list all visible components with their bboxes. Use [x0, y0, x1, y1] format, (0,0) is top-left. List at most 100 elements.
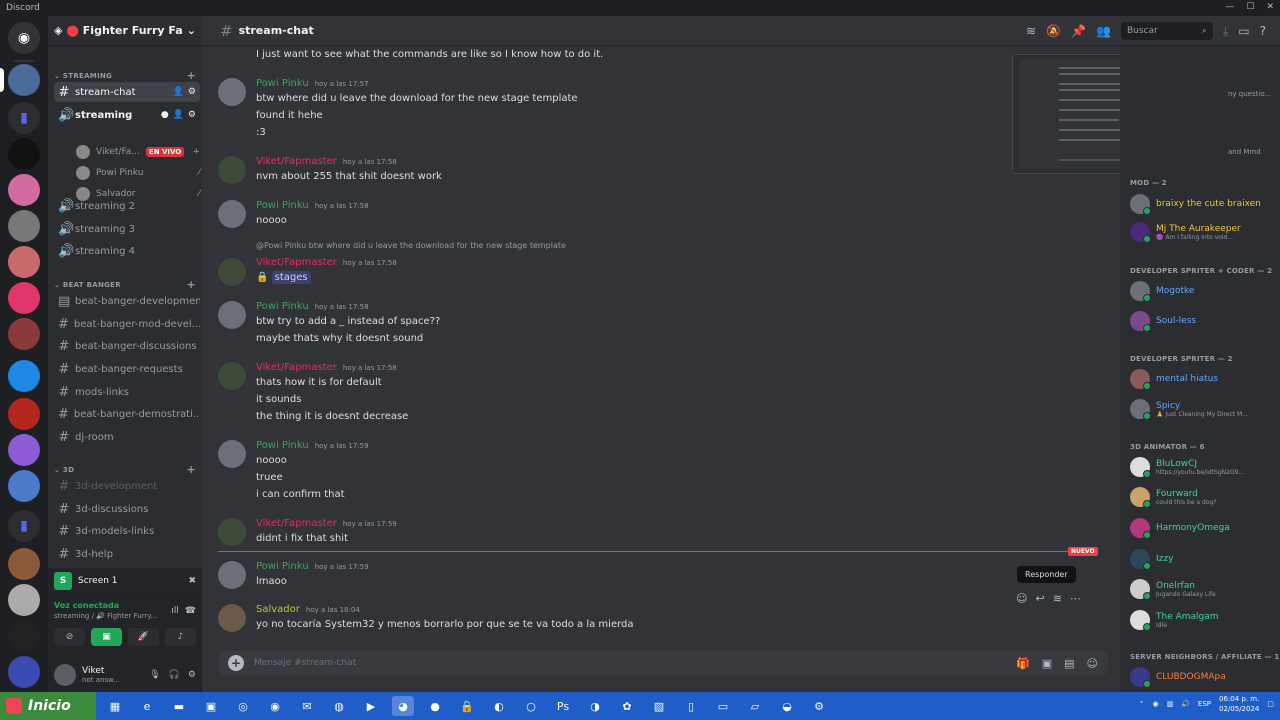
add-channel-icon[interactable]: +: [186, 278, 196, 291]
reply-icon[interactable]: ↩: [1035, 592, 1044, 605]
message-author[interactable]: Powi Pinku: [256, 440, 309, 451]
message-input[interactable]: [254, 658, 1007, 668]
server-icon[interactable]: [8, 434, 40, 466]
avatar[interactable]: [54, 664, 76, 686]
message-author[interactable]: Viket/Fapmaster: [256, 257, 337, 268]
settings-icon[interactable]: ⚙: [808, 696, 830, 716]
channel-3d-discussions[interactable]: # 3d-discussions: [54, 499, 200, 519]
avatar[interactable]: [218, 301, 246, 329]
network-icon[interactable]: ▥: [1167, 700, 1174, 708]
avatar[interactable]: [218, 156, 246, 184]
member-item[interactable]: Mogotke: [1130, 281, 1276, 302]
add-channel-icon[interactable]: +: [186, 69, 196, 82]
lock-icon[interactable]: 🔒: [456, 696, 478, 716]
start-button[interactable]: Inicio: [0, 692, 96, 720]
chevron-up-icon[interactable]: ⌃: [1139, 700, 1145, 708]
discord-home-icon[interactable]: ◉: [8, 22, 40, 54]
server-icon[interactable]: [8, 318, 40, 350]
app-icon[interactable]: ◎: [232, 696, 254, 716]
members-icon[interactable]: 👥: [1096, 24, 1111, 38]
app-icon[interactable]: ◒: [776, 696, 798, 716]
member-item[interactable]: Mj The Aurakeeper 🟣 Am I falling into voi…: [1130, 222, 1276, 243]
gear-icon[interactable]: ⚙: [188, 87, 196, 97]
message-author[interactable]: Powi Pinku: [256, 561, 309, 572]
server-icon[interactable]: [8, 656, 40, 688]
avatar[interactable]: [218, 518, 246, 546]
more-icon[interactable]: ⋯: [1070, 592, 1081, 605]
notifications-off-icon[interactable]: 🔕: [1046, 24, 1061, 38]
maximize-icon[interactable]: ☐: [1246, 2, 1254, 12]
channel-streaming-2[interactable]: 🔊 streaming 2: [54, 196, 200, 216]
emoji-icon[interactable]: ☺: [1016, 592, 1027, 605]
member-item[interactable]: Soul-less: [1130, 311, 1276, 332]
channel-beat-banger-demostration[interactable]: # beat-banger-demostrati...: [54, 404, 200, 424]
channel-mention[interactable]: stages: [271, 271, 311, 284]
message-author[interactable]: Viket/Fapmaster: [256, 362, 337, 373]
server-icon[interactable]: [8, 398, 40, 430]
app-icon[interactable]: ▧: [648, 696, 670, 716]
calendar-icon[interactable]: ▣: [200, 696, 222, 716]
server-icon[interactable]: [8, 360, 40, 392]
server-icon[interactable]: [8, 138, 40, 170]
app-icon[interactable]: ◑: [584, 696, 606, 716]
server-icon[interactable]: [8, 548, 40, 580]
avatar[interactable]: [218, 440, 246, 468]
disconnect-icon[interactable]: ☎: [185, 606, 196, 616]
channel-3d-development[interactable]: # 3d-development: [54, 476, 200, 496]
message-author[interactable]: Viket/Fapmaster: [256, 518, 337, 529]
soundboard-icon[interactable]: ♪: [165, 628, 196, 646]
sticker-icon[interactable]: ▤: [1064, 657, 1074, 670]
folder-icon[interactable]: ▮: [8, 102, 40, 134]
terminal-icon[interactable]: ▭: [712, 696, 734, 716]
avatar[interactable]: [218, 362, 246, 390]
emoji-icon[interactable]: ☺: [1087, 657, 1098, 670]
voice-location[interactable]: streaming / 🔊 Fighter Furry...: [54, 612, 157, 620]
message-author[interactable]: Salvador: [256, 604, 300, 615]
channel-mods-links[interactable]: # mods-links: [54, 382, 200, 402]
app-tray-icon[interactable]: ◉: [1152, 700, 1158, 708]
file-icon[interactable]: ▯: [680, 696, 702, 716]
signal-icon[interactable]: ıll: [171, 606, 179, 616]
server-header[interactable]: ◈ ⬤ Fighter Furry Fac... ⌄: [48, 16, 202, 46]
channel-beat-banger-mod[interactable]: # beat-banger-mod-devel...: [54, 314, 200, 334]
server-icon[interactable]: [8, 584, 40, 616]
voice-status[interactable]: Voz conectada: [54, 601, 157, 610]
server-icon[interactable]: [8, 620, 40, 652]
notepad-icon[interactable]: ▱: [744, 696, 766, 716]
server-icon[interactable]: [8, 174, 40, 206]
voice-user[interactable]: Viket/Fa... EN VIVO +: [76, 143, 200, 161]
help-icon[interactable]: ?: [1260, 24, 1266, 38]
message-author[interactable]: Viket/Fapmaster: [256, 156, 337, 167]
add-channel-icon[interactable]: +: [186, 463, 196, 476]
channel-beat-banger-discussions[interactable]: # beat-banger-discussions: [54, 336, 200, 356]
reply-preview[interactable]: @Powi Pinku btw where did u leave the do…: [256, 241, 566, 250]
message-author[interactable]: Powi Pinku: [256, 301, 309, 312]
server-icon[interactable]: [8, 64, 40, 96]
volume-icon[interactable]: 🔊: [1181, 700, 1190, 708]
avatar[interactable]: [218, 604, 246, 632]
screen-share-button[interactable]: ▣: [91, 628, 122, 646]
search-input[interactable]: Buscar ⌕: [1120, 22, 1213, 40]
add-member-icon[interactable]: 👤: [173, 87, 184, 97]
avatar[interactable]: [218, 561, 246, 589]
photoshop-icon[interactable]: Ps: [552, 696, 574, 716]
member-item[interactable]: HarmonyOmega: [1130, 518, 1276, 539]
taskview-icon[interactable]: ▦: [104, 696, 126, 716]
username[interactable]: Viket: [82, 666, 120, 676]
stop-share-icon[interactable]: ✖: [188, 576, 196, 586]
pin-icon[interactable]: 📌: [1071, 24, 1086, 38]
activity-icon[interactable]: 🚀: [128, 628, 159, 646]
gear-icon[interactable]: ⚙: [188, 110, 196, 120]
category-beat-banger[interactable]: ⌄ BEAT BANGER +: [54, 278, 196, 291]
member-item[interactable]: BluLowCJ https://youtu.be/IdtSgN2G9...: [1130, 457, 1276, 478]
category-3d[interactable]: ⌄ 3D +: [54, 463, 196, 476]
server-icon[interactable]: [8, 282, 40, 314]
close-icon[interactable]: ✕: [1266, 2, 1274, 12]
edge-icon[interactable]: e: [136, 696, 158, 716]
explorer-icon[interactable]: ▬: [168, 696, 190, 716]
avatar[interactable]: [218, 258, 246, 286]
app-icon[interactable]: ◐: [488, 696, 510, 716]
channel-beat-banger-requests[interactable]: # beat-banger-requests: [54, 359, 200, 379]
voice-user[interactable]: Powi Pinku ⁄: [76, 164, 200, 182]
gift-icon[interactable]: 🎁: [1016, 657, 1030, 670]
